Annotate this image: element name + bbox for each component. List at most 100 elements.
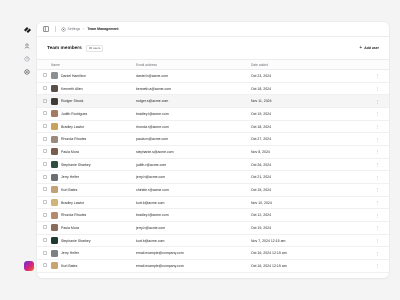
row-checkbox[interactable] — [43, 124, 47, 129]
more-icon[interactable]: ⋮ — [366, 120, 389, 134]
table-row[interactable]: Jerry Helfer jerry.h@acme.com Oct 21, 2024… — [37, 170, 389, 185]
row-checkbox[interactable] — [43, 111, 47, 116]
member-date-added: Nov 7, 2024 12:15 am — [251, 234, 366, 248]
table-row[interactable]: Rodger Struck rodger.s@acme.com Nov 11, 20… — [37, 94, 389, 109]
team-icon[interactable] — [24, 42, 31, 49]
member-name: Paula Mora — [61, 225, 79, 230]
count-badge: 36 users — [85, 44, 104, 52]
row-checkbox[interactable] — [43, 250, 47, 255]
more-icon[interactable]: ⋮ — [366, 234, 389, 248]
more-icon[interactable]: ⋮ — [366, 158, 389, 172]
row-checkbox[interactable] — [43, 238, 47, 243]
more-icon[interactable]: ⋮ — [366, 221, 389, 235]
member-email: rhonda.r@acme.com — [136, 120, 251, 134]
row-checkbox[interactable] — [43, 212, 47, 217]
avatar — [51, 97, 58, 105]
more-icon[interactable]: ⋮ — [366, 107, 389, 121]
member-name-cell: Kenneth Allen — [51, 82, 136, 96]
column-name[interactable]: Name — [51, 59, 136, 70]
more-icon[interactable]: ⋮ — [366, 196, 389, 210]
avatar — [51, 224, 58, 232]
member-name-cell: Kurt Bates — [51, 259, 136, 273]
table-row[interactable]: Judith Rodriguez bradley.l@acme.com Oct 19… — [37, 107, 389, 121]
member-name-cell: Jerry Helfer — [51, 246, 136, 261]
member-name-cell: Stephanie Sharkey — [51, 234, 136, 248]
section-header: Team members 36 users + Add user — [37, 37, 389, 59]
table-row[interactable]: Rhonda Rhodes bradley.l@acme.com Oct 12, 2… — [37, 208, 389, 223]
member-date-added: Oct 27, 2024 — [251, 132, 366, 147]
table-row[interactable]: Kurt Bates email.example@company.com Oct 1… — [37, 259, 389, 273]
member-date-added: Nov 11, 2024 — [251, 94, 366, 109]
row-checkbox[interactable] — [43, 149, 47, 154]
more-icon[interactable]: ⋮ — [366, 82, 389, 96]
more-icon[interactable]: ⋮ — [366, 94, 389, 109]
member-date-added: Oct 16, 2024 12:15 am — [251, 246, 366, 261]
table-row[interactable]: Kenneth Allen kenneth.a@acme.com Oct 18, 2… — [37, 82, 389, 96]
member-email: daniel.h@acme.com — [136, 69, 251, 83]
member-name: Jerry Helfer — [61, 251, 80, 256]
breadcrumb-settings[interactable]: Settings — [68, 27, 81, 31]
table-row[interactable]: Stephanie Sharkey kurt.b@acme.com Nov 7, 2… — [37, 234, 389, 248]
row-checkbox[interactable] — [43, 86, 47, 90]
table-row[interactable]: Jerry Helfer email.example@company.com Oct… — [37, 246, 389, 261]
more-icon[interactable]: ⋮ — [366, 145, 389, 159]
sidebar-toggle-icon[interactable] — [43, 26, 49, 32]
sidebar — [20, 20, 34, 278]
member-email: jerry.h@acme.com — [136, 221, 251, 235]
avatar — [51, 249, 58, 257]
more-icon[interactable]: ⋮ — [366, 69, 389, 83]
row-checkbox[interactable] — [43, 200, 47, 205]
more-icon[interactable]: ⋮ — [366, 208, 389, 223]
chart-icon[interactable] — [24, 55, 31, 62]
row-checkbox[interactable] — [43, 187, 47, 192]
column-email[interactable]: Email address — [136, 59, 251, 70]
table-row[interactable]: Kurt Bates chirstie.r@acme.com Oct 15, 202… — [37, 183, 389, 197]
table-row[interactable]: Rhonda Rhodes paula.m@acme.com Oct 27, 202… — [37, 132, 389, 147]
row-checkbox[interactable] — [43, 174, 47, 179]
member-name-cell: Bradley Lawlor — [51, 196, 136, 210]
row-checkbox-cell — [37, 120, 51, 134]
avatar — [51, 148, 58, 156]
table-row[interactable]: Paula Mora jerry.h@acme.com Oct 19, 2024 ⋮ — [37, 221, 389, 235]
table-row[interactable]: Paula Mora stephanie.s@acme.com Nov 8, 202… — [37, 145, 389, 159]
column-date[interactable]: Date added — [251, 59, 366, 70]
user-avatar[interactable] — [24, 261, 34, 271]
member-name: Rhonda Rhodes — [61, 137, 87, 142]
more-icon[interactable]: ⋮ — [366, 246, 389, 261]
row-checkbox-cell — [37, 234, 51, 248]
member-name-cell: Paula Mora — [51, 145, 136, 159]
more-icon[interactable]: ⋮ — [366, 259, 389, 273]
member-email: judith.r@acme.com — [136, 158, 251, 172]
member-name: Jerry Helfer — [61, 175, 80, 180]
more-icon[interactable]: ⋮ — [366, 170, 389, 185]
row-checkbox-cell — [37, 259, 51, 273]
table-row[interactable]: Bradley Lawlor rhonda.r@acme.com Oct 18, 2… — [37, 120, 389, 134]
table-row[interactable]: Bradley Lawlor kurt.b@acme.com Nov 10, 202… — [37, 196, 389, 210]
row-checkbox[interactable] — [43, 136, 47, 141]
more-icon[interactable]: ⋮ — [366, 183, 389, 197]
member-email: paula.m@acme.com — [136, 132, 251, 147]
member-name: Bradley Lawlor — [61, 124, 85, 129]
table-row[interactable]: Stephanie Sharkey judith.r@acme.com Oct 26… — [37, 158, 389, 172]
main-panel: Settings › Team Management Team members … — [37, 22, 389, 278]
more-icon[interactable]: ⋮ — [366, 132, 389, 147]
table-row[interactable]: Daniel Hamilton daniel.h@acme.com Oct 23, … — [37, 69, 389, 83]
row-checkbox[interactable] — [43, 225, 47, 230]
member-name-cell: Stephanie Sharkey — [51, 158, 136, 172]
select-all-cell — [37, 59, 51, 70]
row-checkbox[interactable] — [43, 263, 47, 268]
add-user-button[interactable]: + Add user — [359, 44, 379, 51]
avatar — [51, 110, 58, 118]
plus-icon: + — [359, 44, 363, 51]
row-checkbox[interactable] — [43, 73, 47, 78]
settings-icon[interactable] — [24, 68, 31, 75]
avatar — [51, 85, 58, 92]
row-checkbox[interactable] — [43, 162, 47, 167]
row-checkbox[interactable] — [43, 98, 47, 103]
row-checkbox-cell — [37, 69, 51, 83]
app-logo[interactable] — [23, 25, 32, 34]
row-checkbox-cell — [37, 246, 51, 261]
member-name-cell: Paula Mora — [51, 221, 136, 235]
member-name-cell: Bradley Lawlor — [51, 120, 136, 134]
row-checkbox-cell — [37, 132, 51, 147]
